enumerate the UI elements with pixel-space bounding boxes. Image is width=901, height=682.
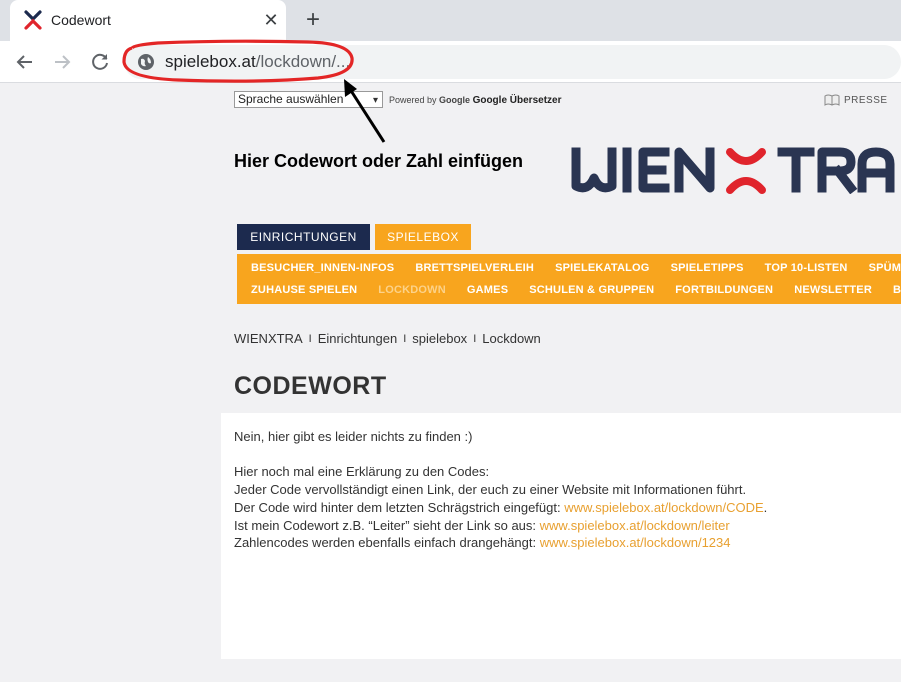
breadcrumb-separator: I (473, 333, 477, 345)
not-found-message: Nein, hier gibt es leider nichts zu find… (234, 429, 473, 444)
powered-by-label: Powered by (389, 95, 437, 105)
menu-item-lockdown[interactable]: LOCKDOWN (365, 278, 454, 303)
code-insertion-period: . (763, 499, 768, 515)
breadcrumb-separator: I (308, 333, 312, 345)
breadcrumb-separator: I (403, 333, 407, 345)
breadcrumb-wienxtra[interactable]: WIENXTRA (234, 331, 303, 348)
browser-tab[interactable]: Codewort ✕ (10, 0, 286, 41)
menu-item-games[interactable]: GAMES (454, 278, 516, 303)
language-select-label: Sprache auswählen (238, 92, 344, 106)
menu-item-zuhause-spielen[interactable]: ZUHAUSE SPIELEN (237, 278, 365, 303)
example-line: Ist mein Codewort z.B. “Leiter” sieht de… (234, 517, 767, 535)
tab-spielebox[interactable]: SPIELEBOX (375, 224, 471, 250)
wienxtra-favicon-icon (24, 10, 42, 30)
close-tab-icon[interactable]: ✕ (262, 10, 280, 30)
tab-einrichtungen[interactable]: EINRICHTUNGEN (237, 224, 370, 250)
browser-tabstrip: Codewort ✕ + (0, 0, 901, 41)
breadcrumb-lockdown[interactable]: Lockdown (482, 331, 541, 348)
wienxtra-logo (571, 147, 895, 194)
reload-icon[interactable] (88, 50, 112, 74)
language-select[interactable]: Sprache auswählen ▾ (234, 91, 383, 108)
chevron-down-icon: ▾ (372, 95, 378, 106)
number-code-line: Zahlencodes werden ebenfalls einfach dra… (234, 534, 767, 552)
page-content: Nein, hier gibt es leider nichts zu find… (234, 428, 767, 552)
code-insertion-text: Der Code wird hinter dem letzten Schrägs… (234, 499, 565, 515)
browser-toolbar: spielebox.at/lockdown/... (0, 41, 901, 83)
codes-intro: Hier noch mal eine Erklärung zu den Code… (234, 464, 490, 480)
spielebox-menu: BESUCHER_INNEN-INFOS BRETTSPIELVERLEIH S… (237, 254, 901, 304)
url-path: /lockdown/... (255, 52, 351, 71)
code-insertion-line: Der Code wird hinter dem letzten Schrägs… (234, 499, 767, 517)
presse-link[interactable]: PRESSE (824, 94, 888, 106)
menu-item-newsletter[interactable]: NEWSLETTER (781, 278, 880, 303)
presse-label: PRESSE (844, 94, 888, 106)
url-text[interactable]: spielebox.at/lockdown/... (165, 52, 350, 72)
new-tab-icon[interactable]: + (301, 8, 325, 32)
link-lockdown-code[interactable]: www.spielebox.at/lockdown/CODE (564, 500, 763, 515)
back-arrow-icon[interactable] (13, 50, 37, 74)
page-title: CODEWORT (234, 372, 387, 400)
link-lockdown-leiter[interactable]: www.spielebox.at/lockdown/leiter (540, 518, 730, 533)
breadcrumb: WIENXTRA I Einrichtungen I spielebox I L… (234, 331, 541, 348)
menu-item-broschueren[interactable]: BROSCHÜ (880, 278, 901, 303)
example-text: Ist mein Codewort z.B. “Leiter” sieht de… (234, 517, 540, 533)
menu-item-fortbildungen[interactable]: FORTBILDUNGEN (662, 278, 781, 303)
codes-explanation: Jeder Code vervollständigt einen Link, d… (234, 482, 747, 498)
address-bar[interactable]: spielebox.at/lockdown/... (124, 45, 901, 79)
link-lockdown-1234[interactable]: www.spielebox.at/lockdown/1234 (540, 535, 731, 550)
forward-arrow-icon[interactable] (50, 50, 74, 74)
book-icon (824, 94, 840, 106)
breadcrumb-einrichtungen[interactable]: Einrichtungen (318, 331, 398, 348)
menu-row-2: ZUHAUSE SPIELEN LOCKDOWN GAMES SCHULEN &… (237, 278, 901, 303)
globe-icon (138, 54, 154, 70)
url-domain: spielebox.at (165, 52, 256, 71)
google-logo: Google (439, 95, 471, 105)
instruction-annotation: Hier Codewort oder Zahl einfügen (234, 151, 524, 171)
page-left-margin (0, 84, 221, 682)
breadcrumb-spielebox[interactable]: spielebox (412, 331, 467, 348)
tab-title: Codewort (51, 12, 111, 28)
google-translator-label: Google Übersetzer (472, 95, 562, 106)
menu-item-schulen-gruppen[interactable]: SCHULEN & GRUPPEN (516, 278, 662, 303)
number-code-text: Zahlencodes werden ebenfalls einfach dra… (234, 535, 540, 551)
powered-by-google: Powered by Google Google Übersetzer (389, 95, 561, 106)
